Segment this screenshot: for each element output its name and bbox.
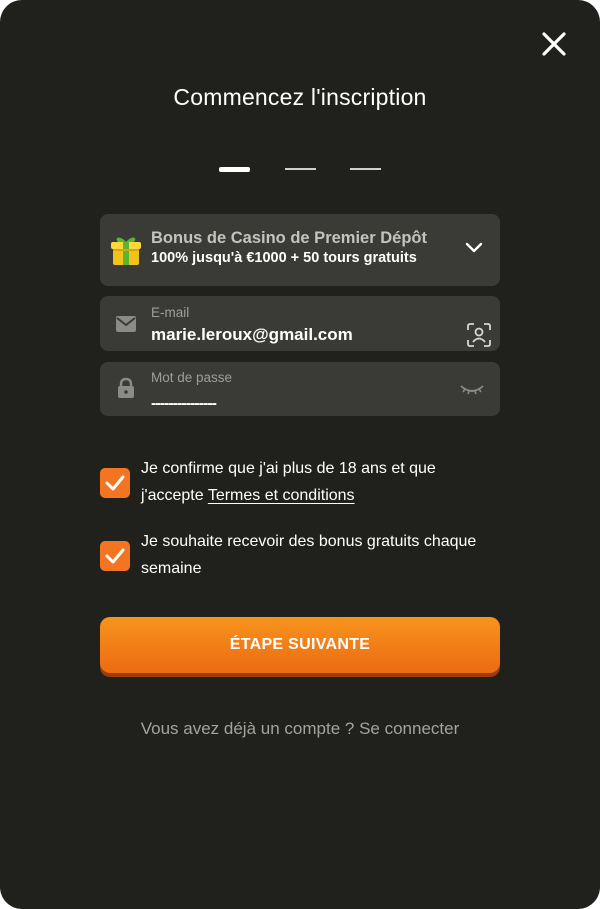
checkmark-icon xyxy=(105,548,125,564)
email-input[interactable] xyxy=(151,325,451,345)
next-step-button[interactable]: ÉTAPE SUIVANTE xyxy=(100,617,500,673)
weekly-bonus-consent: Je souhaite recevoir des bonus gratuits … xyxy=(100,528,500,582)
password-label: Mot de passe xyxy=(151,370,233,385)
login-prompt-text: Vous avez déjà un compte ? xyxy=(140,719,355,738)
checkmark-icon xyxy=(105,475,125,491)
password-input[interactable]: --------------- xyxy=(151,395,217,413)
page-title: Commencez l'inscription xyxy=(173,84,427,110)
weekly-bonus-checkbox[interactable] xyxy=(100,541,130,571)
bonus-subtitle: 100% jusqu'à €1000 + 50 tours gratuits xyxy=(151,250,417,266)
step-2-indicator xyxy=(285,168,316,170)
age-terms-checkbox[interactable] xyxy=(100,468,130,498)
lock-icon xyxy=(118,377,134,398)
close-icon xyxy=(542,32,566,56)
login-link[interactable]: Se connecter xyxy=(359,719,459,738)
face-scan-icon[interactable] xyxy=(466,322,492,348)
bonus-selector[interactable]: Bonus de Casino de Premier Dépôt 100% ju… xyxy=(100,214,500,286)
registration-modal: Commencez l'inscription Bonus de Casino … xyxy=(0,0,600,909)
password-field[interactable]: Mot de passe --------------- xyxy=(100,362,500,416)
weekly-bonus-text: Je souhaite recevoir des bonus gratuits … xyxy=(141,533,477,577)
terms-link[interactable]: Termes et conditions xyxy=(208,487,355,504)
chevron-down-icon xyxy=(465,242,483,253)
email-label: E-mail xyxy=(151,305,190,320)
step-1-indicator xyxy=(219,167,250,172)
step-indicator xyxy=(0,167,600,173)
step-3-indicator xyxy=(350,168,381,170)
age-terms-text: Je confirme que j'ai plus de 18 ans et q… xyxy=(141,455,501,509)
envelope-icon xyxy=(116,316,136,332)
email-field[interactable]: E-mail xyxy=(100,296,500,351)
age-terms-consent: Je confirme que j'ai plus de 18 ans et q… xyxy=(100,455,500,509)
close-button[interactable] xyxy=(536,26,572,62)
bonus-title: Bonus de Casino de Premier Dépôt xyxy=(151,229,427,247)
gift-icon xyxy=(111,237,141,265)
eye-closed-icon[interactable] xyxy=(459,376,485,402)
login-prompt: Vous avez déjà un compte ? Se connecter xyxy=(0,719,600,739)
